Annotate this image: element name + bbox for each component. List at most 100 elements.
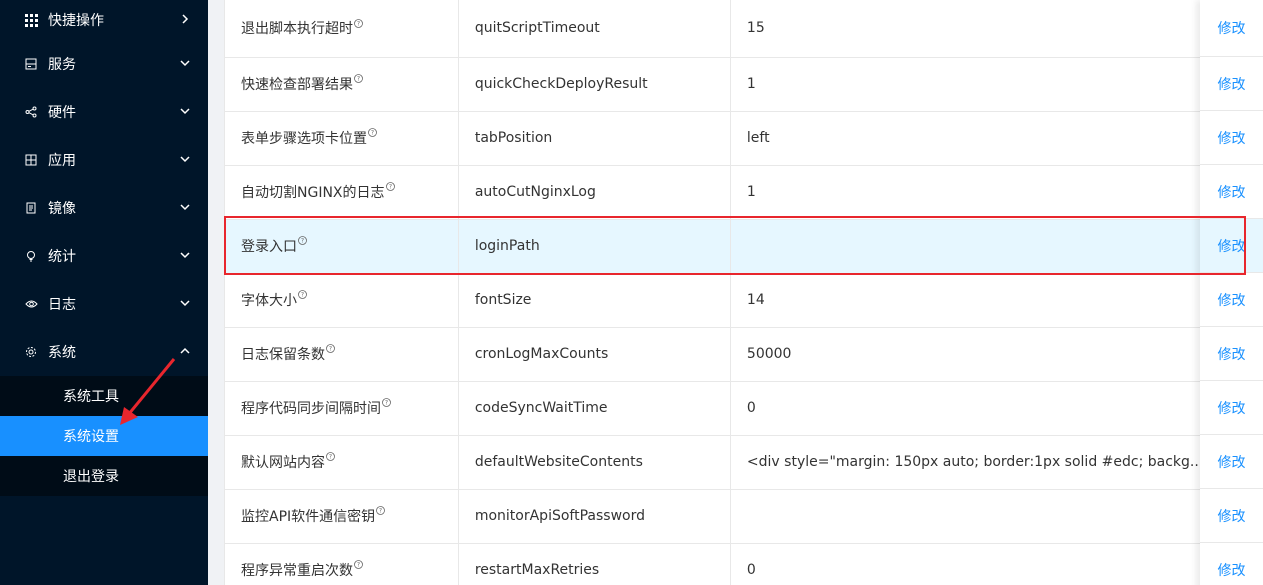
help-icon[interactable]: ?: [298, 290, 307, 302]
setting-name: 自动切割NGINX的日志: [241, 185, 385, 201]
setting-key: loginPath: [458, 219, 731, 274]
menu-stats[interactable]: 统计: [0, 232, 208, 280]
menu-quick-actions[interactable]: 快捷操作: [0, 0, 208, 40]
setting-name: 程序异常重启次数: [241, 563, 353, 579]
setting-name: 字体大小: [241, 293, 297, 309]
menu-label: 快捷操作: [48, 13, 104, 29]
edit-link[interactable]: 修改: [1200, 165, 1263, 219]
setting-name-cell: 快速检查部署结果?: [224, 57, 459, 112]
help-icon[interactable]: ?: [382, 398, 391, 410]
setting-name-cell: 登录入口?: [224, 219, 459, 274]
table-row: 程序异常重启次数? restartMaxRetries 0: [224, 543, 1247, 585]
menu-images[interactable]: 镜像: [0, 184, 208, 232]
table-row: 退出脚本执行超时? quitScriptTimeout 15: [224, 0, 1247, 58]
chevron-down-icon: [180, 200, 190, 216]
help-icon[interactable]: ?: [326, 452, 335, 464]
svg-text:?: ?: [329, 346, 332, 353]
help-icon[interactable]: ?: [376, 506, 386, 518]
chevron-down-icon: [180, 296, 190, 312]
setting-value: left: [730, 111, 1247, 166]
edit-link[interactable]: 修改: [1200, 435, 1263, 489]
setting-key: restartMaxRetries: [458, 543, 731, 585]
submenu-logout[interactable]: 退出登录: [0, 456, 208, 496]
table-row: 自动切割NGINX的日志? autoCutNginxLog 1: [224, 165, 1247, 220]
table-row: 字体大小? fontSize 14: [224, 273, 1247, 328]
edit-link[interactable]: 修改: [1200, 489, 1263, 543]
setting-name-cell: 退出脚本执行超时?: [224, 0, 459, 58]
chevron-down-icon: [180, 152, 190, 168]
setting-name: 默认网站内容: [241, 455, 325, 471]
table-row: 程序代码同步间隔时间? codeSyncWaitTime 0: [224, 381, 1247, 436]
edit-link[interactable]: 修改: [1200, 111, 1263, 165]
settings-table: 退出脚本执行超时? quitScriptTimeout 15 快速检查部署结果? qui…: [224, 0, 1263, 585]
help-icon[interactable]: ?: [354, 74, 363, 86]
setting-name: 登录入口: [241, 239, 297, 255]
setting-name: 程序代码同步间隔时间: [241, 401, 381, 417]
help-icon[interactable]: ?: [354, 560, 363, 572]
help-icon[interactable]: ?: [326, 344, 335, 356]
setting-value: 50000: [730, 327, 1247, 382]
edit-link[interactable]: 修改: [1200, 381, 1263, 435]
setting-name: 监控API软件通信密钥: [241, 509, 376, 525]
setting-name-cell: 字体大小?: [224, 273, 459, 328]
help-icon[interactable]: ?: [298, 236, 307, 248]
menu-apps[interactable]: 应用: [0, 136, 208, 184]
setting-value: 0: [730, 543, 1247, 585]
menu-logs[interactable]: 日志: [0, 280, 208, 328]
setting-name-cell: 程序代码同步间隔时间?: [224, 381, 459, 436]
table-row: 监控API软件通信密钥? monitorApiSoftPassword: [224, 489, 1247, 544]
apps-icon: [24, 153, 38, 167]
submenu-system-tools[interactable]: 系统工具: [0, 376, 208, 416]
svg-text:?: ?: [379, 508, 382, 515]
chevron-up-icon: [180, 344, 190, 360]
setting-name-cell: 监控API软件通信密钥?: [224, 489, 459, 544]
setting-name-cell: 默认网站内容?: [224, 435, 459, 490]
edit-link[interactable]: 修改: [1200, 273, 1263, 327]
image-doc-icon: [24, 201, 38, 215]
setting-value: 14: [730, 273, 1247, 328]
edit-link[interactable]: 修改: [1200, 0, 1263, 57]
submenu-system-settings[interactable]: 系统设置: [0, 416, 208, 456]
svg-text:?: ?: [385, 400, 388, 407]
setting-name-cell: 自动切割NGINX的日志?: [224, 165, 459, 220]
svg-text:?: ?: [357, 76, 360, 83]
chevron-down-icon: [180, 56, 190, 72]
table-row: 登录入口? loginPath: [224, 219, 1247, 274]
svg-text:?: ?: [329, 454, 332, 461]
menu-services[interactable]: 服务: [0, 40, 208, 88]
help-icon[interactable]: ?: [354, 18, 363, 31]
setting-key: cronLogMaxCounts: [458, 327, 731, 382]
edit-link[interactable]: 修改: [1200, 57, 1263, 111]
setting-value: 0: [730, 381, 1247, 436]
setting-name-cell: 日志保留条数?: [224, 327, 459, 382]
help-icon[interactable]: ?: [385, 182, 395, 194]
setting-name: 快速检查部署结果: [241, 77, 353, 93]
edit-link[interactable]: 修改: [1200, 327, 1263, 381]
gear-icon: [24, 345, 38, 359]
svg-text:?: ?: [357, 20, 360, 27]
edit-link[interactable]: 修改: [1200, 543, 1263, 585]
setting-name: 表单步骤选项卡位置: [241, 131, 367, 147]
table-row: 默认网站内容? defaultWebsiteContents <div style=…: [224, 435, 1247, 490]
table-row: 快速检查部署结果? quickCheckDeployResult 1: [224, 57, 1247, 112]
help-icon[interactable]: ?: [368, 128, 377, 140]
setting-key: codeSyncWaitTime: [458, 381, 731, 436]
menu-label: 统计: [48, 249, 76, 265]
menu-hardware[interactable]: 硬件: [0, 88, 208, 136]
menu-label: 服务: [48, 57, 76, 73]
setting-key: quickCheckDeployResult: [458, 57, 731, 112]
main-content: 退出脚本执行超时? quitScriptTimeout 15 快速检查部署结果? qui…: [208, 0, 1263, 585]
menu-label: 镜像: [48, 201, 76, 217]
menu-label: 系统: [48, 345, 76, 361]
svg-text:?: ?: [301, 238, 304, 245]
setting-name: 日志保留条数: [241, 347, 325, 363]
edit-link[interactable]: 修改: [1200, 219, 1263, 273]
table-row: 日志保留条数? cronLogMaxCounts 50000: [224, 327, 1247, 382]
menu-label: 硬件: [48, 105, 76, 121]
svg-text:?: ?: [301, 292, 304, 299]
svg-text:?: ?: [371, 130, 374, 137]
setting-value: <div style="margin: 150px auto; border:1…: [730, 435, 1247, 490]
setting-value: 1: [730, 165, 1247, 220]
menu-system[interactable]: 系统: [0, 328, 208, 376]
menu-label: 日志: [48, 297, 76, 313]
